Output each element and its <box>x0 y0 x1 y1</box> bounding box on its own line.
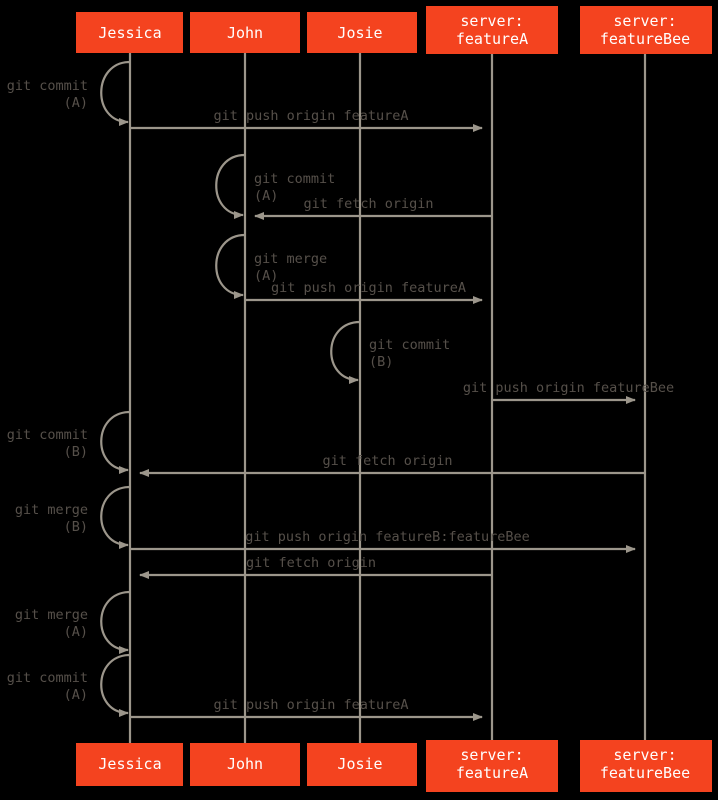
self-message-label-line2: (A) <box>64 624 88 640</box>
actor-label-line2: featureBee <box>600 30 690 48</box>
message-label: git fetch origin <box>322 453 452 469</box>
self-message-label-line2: (A) <box>64 687 88 703</box>
actor-label-line1: server: <box>613 12 676 30</box>
self-message-jessica-8: git commit(B) <box>7 410 131 474</box>
lifelines-group <box>128 53 647 743</box>
self-loop-arc <box>330 320 361 384</box>
self-message-label-line2: (A) <box>64 95 88 111</box>
message-arrow-featureA-to-john: git fetch origin <box>254 196 492 220</box>
actor-label: Jessica <box>98 755 161 773</box>
actor-label-line1: server: <box>613 746 676 764</box>
message-label: git push origin featureBee <box>463 380 674 396</box>
actor-footer-jessica[interactable]: Jessica <box>76 743 183 786</box>
actor-header-josie[interactable]: Josie <box>307 12 417 53</box>
actor-header-featureBee[interactable]: server:featureBee <box>580 6 712 54</box>
actor-label-line2: featureA <box>456 30 528 48</box>
message-label: git fetch origin <box>303 196 433 212</box>
self-loop-arc <box>100 410 131 474</box>
self-message-label-line2: (B) <box>64 519 88 535</box>
actor-label: Josie <box>337 755 382 773</box>
self-message-jessica-10: git merge(B) <box>15 485 131 549</box>
self-message-label-line1: git merge <box>254 251 327 267</box>
actor-label-line1: server: <box>460 746 523 764</box>
header-actors-group: Jessica John Josieserver:featureAserver:fe… <box>76 6 712 54</box>
actor-footer-john[interactable]: John <box>190 743 300 786</box>
footer-actors-group: Jessica John Josie server:featureAserver:fe… <box>76 740 712 792</box>
self-loop-arc <box>215 233 246 299</box>
message-arrow-jessica-to-featureBee: git push origin featureB:featureBee <box>130 529 636 553</box>
self-message-jessica-14: git commit(A) <box>7 653 131 717</box>
actor-label-line2: featureA <box>456 764 528 782</box>
message-arrow-john-to-featureA: git push origin featureA <box>245 280 483 304</box>
actor-label-line2: featureBee <box>600 764 690 782</box>
self-loop-arc <box>100 653 131 717</box>
message-label: git push origin featureA <box>271 280 466 296</box>
sequence-diagram-svg: git commit(A)git push origin featureAgit… <box>7 6 712 792</box>
messages-group: git commit(A)git push origin featureAgit… <box>7 60 674 721</box>
sequence-diagram-canvas: git commit (A) git push origin featureA git… <box>0 0 718 800</box>
message-arrow-jessica-to-featureA: git push origin featureA <box>130 108 483 132</box>
self-message-jessica-0: git commit(A) <box>7 60 131 126</box>
self-message-jessica-13: git merge(A) <box>15 590 131 654</box>
actor-label: Jessica <box>98 24 161 42</box>
self-loop-arc <box>100 590 131 654</box>
actor-label: John <box>227 755 263 773</box>
self-message-label-line1: git commit <box>7 78 88 94</box>
actor-footer-featureA[interactable]: server:featureA <box>426 740 558 792</box>
actor-header-jessica[interactable]: Jessica <box>76 12 183 53</box>
self-message-label-line1: git merge <box>15 607 88 623</box>
message-arrow-jessica-to-featureA: git push origin featureA <box>130 697 483 721</box>
actor-label: John <box>227 24 263 42</box>
self-message-label-line1: git commit <box>7 670 88 686</box>
actor-header-john[interactable]: John <box>190 12 300 53</box>
actor-label: Josie <box>337 24 382 42</box>
self-loop-arc <box>100 60 131 126</box>
self-message-label-line2: (B) <box>369 354 393 370</box>
message-arrow-featureBee-to-jessica: git fetch origin <box>139 453 645 477</box>
self-message-label-line1: git commit <box>369 337 450 353</box>
self-message-label-line1: git commit <box>254 171 335 187</box>
self-loop-arc <box>100 485 131 549</box>
message-label: git fetch origin <box>246 555 376 571</box>
self-message-josie-6: git commit(B) <box>330 320 450 384</box>
message-label: git push origin featureB:featureBee <box>245 529 529 545</box>
message-label: git push origin featureA <box>213 108 408 124</box>
self-message-label-line2: (B) <box>64 444 88 460</box>
self-message-label-line2: (A) <box>254 188 278 204</box>
actor-header-featureA[interactable]: server:featureA <box>426 6 558 54</box>
self-message-label-line1: git merge <box>15 502 88 518</box>
message-arrow-featureA-to-featureBee: git push origin featureBee <box>463 380 674 404</box>
actor-footer-featureBee[interactable]: server:featureBee <box>580 740 712 792</box>
self-message-label-line1: git commit <box>7 427 88 443</box>
actor-footer-josie[interactable]: Josie <box>307 743 417 786</box>
self-loop-arc <box>215 153 246 219</box>
message-arrow-featureA-to-jessica: git fetch origin <box>139 555 492 579</box>
actor-label-line1: server: <box>460 12 523 30</box>
message-label: git push origin featureA <box>213 697 408 713</box>
